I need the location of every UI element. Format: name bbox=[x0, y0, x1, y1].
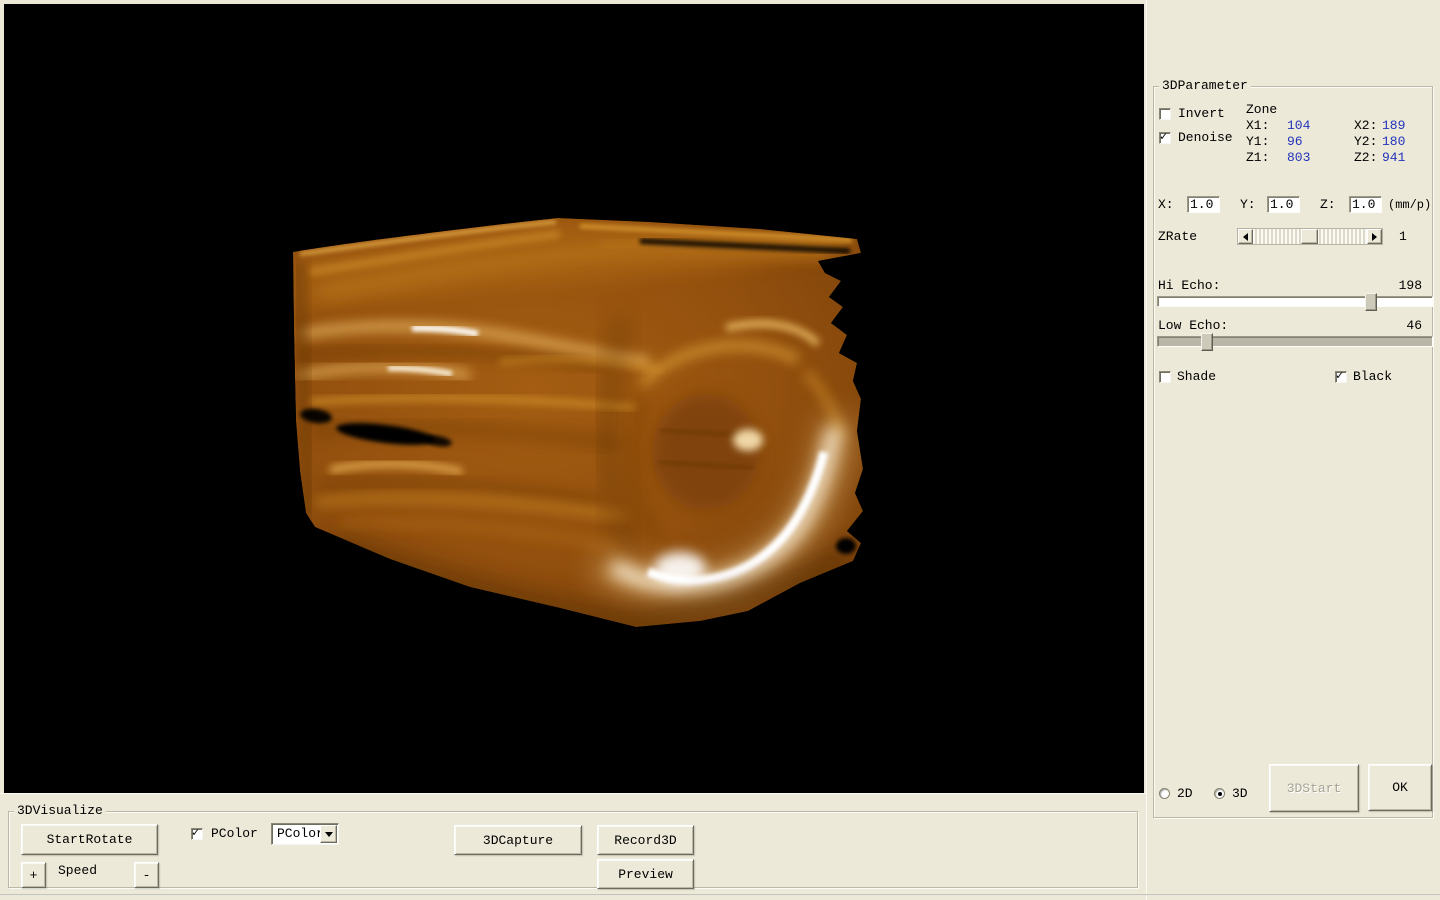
zone-y1-label: Y1: bbox=[1246, 135, 1269, 149]
zone-y1-value: 96 bbox=[1287, 135, 1303, 149]
speed-plus-button[interactable]: + bbox=[21, 862, 46, 888]
hi-echo-slider[interactable] bbox=[1157, 296, 1433, 307]
z-scale-label: Z: bbox=[1320, 198, 1336, 212]
zrate-scrollbar[interactable] bbox=[1237, 228, 1383, 245]
zrate-value: 1 bbox=[1399, 230, 1407, 244]
zrate-left-arrow[interactable] bbox=[1238, 229, 1253, 244]
shade-checkbox[interactable]: ✓ bbox=[1159, 371, 1171, 383]
hi-echo-label: Hi Echo: bbox=[1158, 279, 1220, 293]
zone-z2-value: 941 bbox=[1382, 151, 1405, 165]
scale-unit-label: (mm/p) bbox=[1388, 198, 1431, 212]
pcolor-label: PColor bbox=[211, 827, 258, 841]
zrate-right-arrow[interactable] bbox=[1367, 229, 1382, 244]
render-canvas[interactable] bbox=[4, 4, 1144, 793]
black-checkbox[interactable]: ✓ bbox=[1335, 371, 1347, 383]
x-scale-input[interactable] bbox=[1187, 196, 1220, 213]
y-scale-input[interactable] bbox=[1267, 196, 1300, 213]
invert-label: Invert bbox=[1178, 107, 1225, 121]
visualize-groupbox: 3DVisualize StartRotate ✓ PColor PColor … bbox=[8, 811, 1138, 888]
low-echo-label: Low Echo: bbox=[1158, 319, 1228, 333]
hi-echo-value: 198 bbox=[1399, 279, 1422, 293]
zone-x1-value: 104 bbox=[1287, 119, 1310, 133]
left-arrow-icon bbox=[1239, 233, 1248, 241]
zrate-label: ZRate bbox=[1158, 230, 1197, 244]
zone-z1-value: 803 bbox=[1287, 151, 1310, 165]
mode-3d-label: 3D bbox=[1232, 787, 1248, 801]
zone-title: Zone bbox=[1246, 103, 1277, 117]
parameter-groupbox: 3DParameter ✓ Invert ✓ Denoise Zone X1: … bbox=[1153, 86, 1433, 818]
pcolor-dropdown-arrow[interactable] bbox=[320, 825, 337, 843]
ultrasound-volume-render bbox=[4, 4, 1144, 793]
3dcapture-button[interactable]: 3DCapture bbox=[454, 825, 582, 855]
x-scale-label: X: bbox=[1158, 198, 1174, 212]
ok-button[interactable]: OK bbox=[1368, 764, 1432, 811]
zone-x1-label: X1: bbox=[1246, 119, 1269, 133]
z-scale-input[interactable] bbox=[1349, 196, 1382, 213]
zone-z1-label: Z1: bbox=[1246, 151, 1269, 165]
speed-label: Speed bbox=[58, 864, 97, 878]
chevron-down-icon bbox=[325, 832, 333, 841]
mode-2d-radio[interactable] bbox=[1159, 788, 1170, 799]
low-echo-thumb[interactable] bbox=[1201, 333, 1213, 351]
zone-x2-label: X2: bbox=[1354, 119, 1377, 133]
shade-label: Shade bbox=[1177, 370, 1216, 384]
black-label: Black bbox=[1353, 370, 1392, 384]
pcolor-checkbox[interactable]: ✓ bbox=[191, 828, 203, 840]
3dstart-button[interactable]: 3DStart bbox=[1269, 764, 1359, 812]
low-echo-slider[interactable] bbox=[1157, 336, 1433, 347]
speed-minus-button[interactable]: - bbox=[134, 862, 159, 888]
zone-z2-label: Z2: bbox=[1354, 151, 1377, 165]
right-arrow-icon bbox=[1372, 233, 1381, 241]
mode-3d-radio[interactable] bbox=[1214, 788, 1225, 799]
pcolor-dropdown-value: PColor bbox=[277, 827, 324, 841]
denoise-checkbox[interactable]: ✓ bbox=[1159, 132, 1171, 144]
preview-button[interactable]: Preview bbox=[597, 859, 694, 889]
zone-x2-value: 189 bbox=[1382, 119, 1405, 133]
mode-2d-label: 2D bbox=[1177, 787, 1193, 801]
y-scale-label: Y: bbox=[1240, 198, 1256, 212]
zone-y2-value: 180 bbox=[1382, 135, 1405, 149]
pcolor-dropdown[interactable]: PColor bbox=[271, 823, 339, 845]
invert-checkbox[interactable]: ✓ bbox=[1159, 108, 1171, 120]
denoise-label: Denoise bbox=[1178, 131, 1233, 145]
parameter-group-title: 3DParameter bbox=[1159, 79, 1251, 93]
visualize-group-title: 3DVisualize bbox=[14, 804, 106, 818]
zrate-thumb[interactable] bbox=[1301, 229, 1318, 244]
zone-y2-label: Y2: bbox=[1354, 135, 1377, 149]
visualize-panel: 3DVisualize StartRotate ✓ PColor PColor … bbox=[0, 793, 1146, 900]
parameter-panel: 3DParameter ✓ Invert ✓ Denoise Zone X1: … bbox=[1146, 0, 1440, 900]
start-rotate-button[interactable]: StartRotate bbox=[21, 824, 158, 855]
hi-echo-thumb[interactable] bbox=[1365, 293, 1377, 311]
record3d-button[interactable]: Record3D bbox=[597, 825, 694, 855]
bottom-divider bbox=[0, 894, 1440, 896]
low-echo-value: 46 bbox=[1406, 319, 1422, 333]
